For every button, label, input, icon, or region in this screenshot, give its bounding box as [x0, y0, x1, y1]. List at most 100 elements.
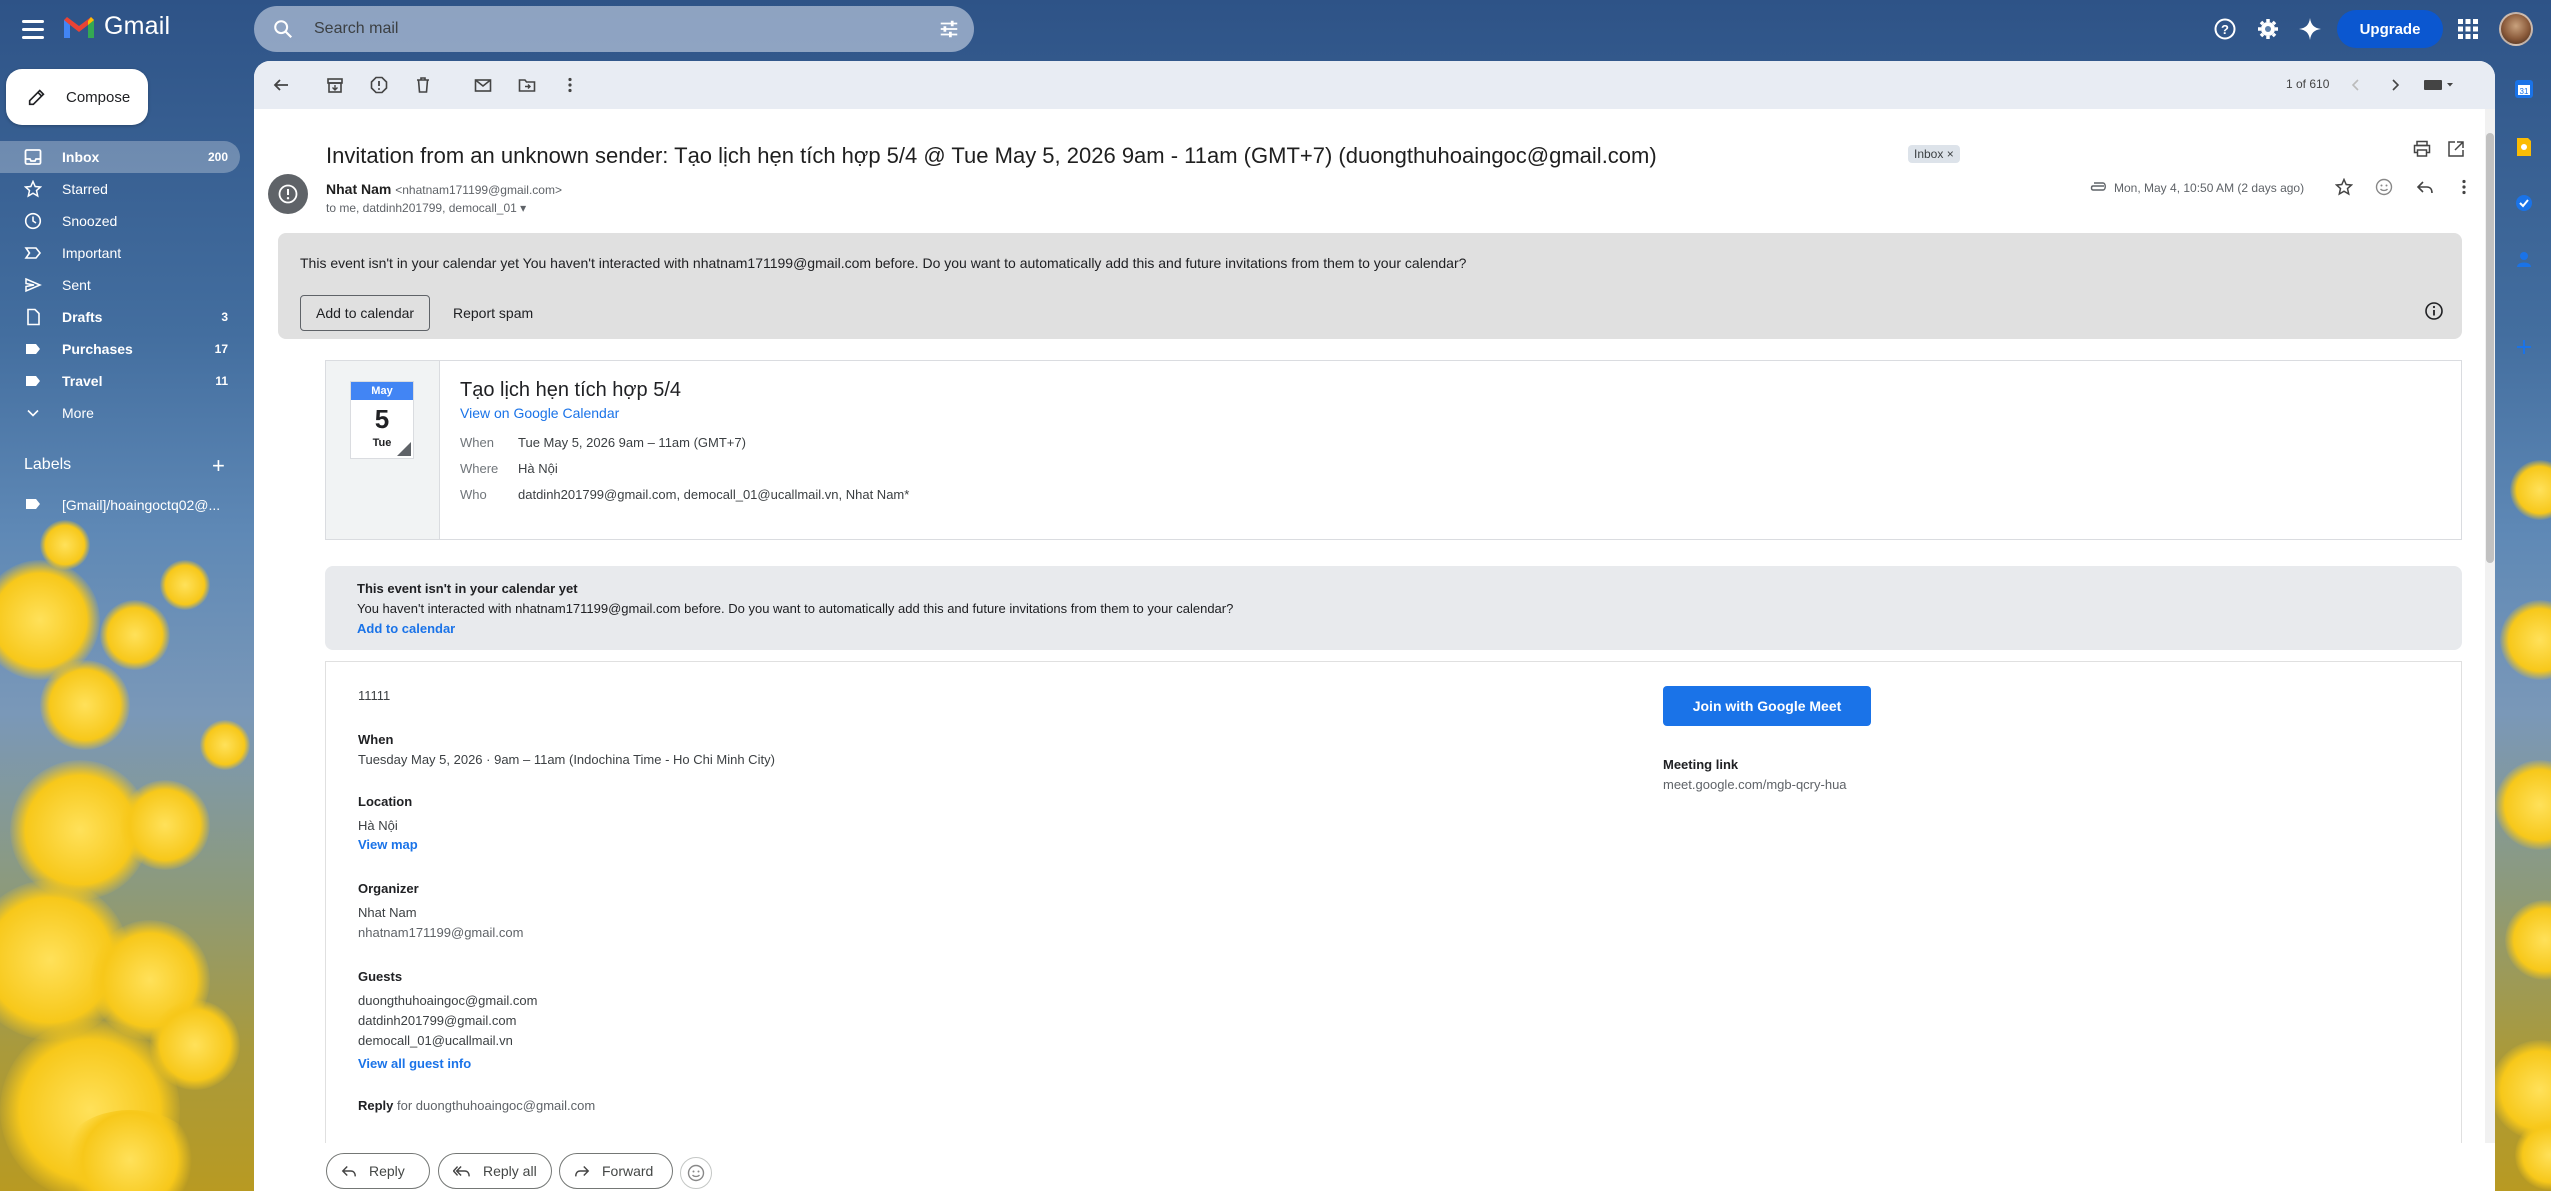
- gmail-logo[interactable]: Gmail: [62, 12, 170, 41]
- move-to-icon[interactable]: [516, 74, 538, 96]
- star-outline-icon[interactable]: [2332, 175, 2356, 199]
- pencil-icon: [28, 89, 45, 106]
- sidebar-item-sent[interactable]: Sent: [0, 269, 240, 301]
- reply-button[interactable]: Reply: [326, 1153, 430, 1189]
- info-icon[interactable]: [2422, 299, 2446, 323]
- sidebar-item-inbox[interactable]: Inbox 200: [0, 141, 240, 173]
- forward-icon: [575, 1166, 590, 1177]
- input-tools-icon[interactable]: [2422, 74, 2456, 96]
- svg-text:31: 31: [2520, 87, 2529, 96]
- labels-heading: Labels: [24, 456, 72, 473]
- settings-gear-icon[interactable]: [2255, 16, 2281, 42]
- search-bar[interactable]: [254, 6, 974, 52]
- reply-all-icon: [453, 1166, 470, 1177]
- banner-text: This event isn't in your calendar yet Yo…: [300, 255, 1466, 271]
- contacts-app-icon[interactable]: [2512, 247, 2536, 271]
- sender-avatar[interactable]: [268, 174, 308, 214]
- add-to-calendar-button[interactable]: Add to calendar: [300, 295, 431, 331]
- organizer-name: Nhat Nam: [358, 905, 417, 920]
- emoji-react-button[interactable]: [680, 1157, 712, 1189]
- inbox-label-chip[interactable]: Inbox ×: [1908, 145, 1960, 163]
- warning-icon: [278, 184, 298, 204]
- emoji-reaction-icon[interactable]: [2372, 175, 2396, 199]
- main-menu-button[interactable]: [18, 14, 48, 44]
- add-app-icon[interactable]: [2512, 335, 2536, 359]
- compose-button[interactable]: Compose: [6, 69, 148, 125]
- account-avatar[interactable]: [2499, 12, 2533, 46]
- mark-unread-icon[interactable]: [472, 74, 494, 96]
- gmail-m-icon: [64, 16, 94, 38]
- event-where-row: Where Hà Nội: [460, 461, 558, 476]
- event-who-label: Who: [460, 487, 487, 502]
- message-more-vert-icon[interactable]: [2452, 175, 2476, 199]
- label-tag-icon: [24, 495, 42, 516]
- sidebar-item-label: Purchases: [62, 341, 133, 357]
- event-date-column: May 5 Tue: [326, 361, 440, 539]
- search-icon[interactable]: [272, 18, 294, 40]
- label-name: [Gmail]/hoaingoctq02@...: [62, 497, 221, 513]
- sidebar-item-more[interactable]: More: [0, 397, 240, 429]
- join-google-meet-button[interactable]: Join with Google Meet: [1663, 686, 1871, 726]
- search-options-icon[interactable]: [938, 18, 960, 40]
- upgrade-button[interactable]: Upgrade: [2337, 10, 2443, 48]
- chevron-left-icon[interactable]: [2345, 74, 2367, 96]
- forward-button[interactable]: Forward: [559, 1153, 673, 1189]
- page-fold-icon: [397, 442, 411, 456]
- guest-item: democall_01@ucallmail.vn: [358, 1033, 513, 1048]
- sidebar-item-drafts[interactable]: Drafts 3: [0, 301, 240, 333]
- message-subject: Invitation from an unknown sender: Tạo l…: [326, 143, 1657, 168]
- tasks-app-icon[interactable]: [2512, 191, 2536, 215]
- sender-line: Nhat Nam <nhatnam171199@gmail.com>: [326, 181, 562, 197]
- reply-heading: Reply: [358, 1098, 394, 1113]
- back-arrow-icon[interactable]: [270, 74, 292, 96]
- sidebar-item-label-gmail[interactable]: [Gmail]/hoaingoctq02@...: [0, 489, 240, 521]
- message-scrollbar[interactable]: [2485, 109, 2495, 1191]
- guests-heading: Guests: [358, 969, 403, 984]
- search-input[interactable]: [314, 20, 914, 38]
- help-icon[interactable]: ?: [2212, 16, 2238, 42]
- sidebar-item-snoozed[interactable]: Snoozed: [0, 205, 240, 237]
- gemini-sparkle-icon[interactable]: [2297, 16, 2323, 42]
- open-in-new-window-icon[interactable]: [2444, 137, 2468, 161]
- reply-label: Reply: [369, 1163, 405, 1179]
- side-panel: 31: [2497, 61, 2551, 1191]
- reply-all-button[interactable]: Reply all: [438, 1153, 552, 1189]
- reply-icon[interactable]: [2413, 175, 2437, 199]
- recipients-dropdown[interactable]: to me, datdinh201799, democall_01 ▾: [326, 201, 526, 215]
- view-on-google-calendar-link[interactable]: View on Google Calendar: [460, 405, 619, 421]
- notice-add-to-calendar-link[interactable]: Add to calendar: [357, 621, 455, 636]
- apps-grid-icon[interactable]: [2455, 16, 2481, 42]
- sidebar-item-travel[interactable]: Travel 11: [0, 365, 240, 397]
- view-all-guest-info-link[interactable]: View all guest info: [358, 1056, 471, 1071]
- scrollbar-thumb[interactable]: [2486, 133, 2494, 563]
- sidebar-item-label: Drafts: [62, 309, 103, 325]
- add-label-button[interactable]: +: [212, 455, 225, 477]
- travel-count: 11: [215, 374, 228, 388]
- when-heading: When: [358, 732, 394, 747]
- sidebar-item-label: More: [62, 405, 94, 421]
- trash-icon[interactable]: [412, 74, 434, 96]
- attachment-icon: [2086, 175, 2110, 199]
- keep-app-icon[interactable]: [2512, 135, 2536, 159]
- notice-heading: This event isn't in your calendar yet: [357, 581, 578, 596]
- chevron-right-icon[interactable]: [2384, 74, 2406, 96]
- calendar-app-icon[interactable]: 31: [2512, 77, 2536, 101]
- report-spam-button[interactable]: Report spam: [438, 295, 548, 331]
- event-description: 11111: [358, 688, 391, 703]
- inbox-icon: [24, 148, 42, 166]
- sidebar-item-important[interactable]: Important: [0, 237, 240, 269]
- sidebar-item-purchases[interactable]: Purchases 17: [0, 333, 240, 365]
- guest-item: duongthuhoaingoc@gmail.com: [358, 993, 538, 1008]
- sidebar-item-starred[interactable]: Starred: [0, 173, 240, 205]
- print-icon[interactable]: [2410, 137, 2434, 161]
- sender-name[interactable]: Nhat Nam: [326, 181, 391, 197]
- archive-icon[interactable]: [324, 74, 346, 96]
- more-vert-icon[interactable]: [559, 74, 581, 96]
- send-icon: [24, 276, 42, 294]
- meeting-link[interactable]: meet.google.com/mgb-qcry-hua: [1663, 777, 1847, 792]
- event-summary-card: May 5 Tue Tạo lịch hẹn tích hợp 5/4 View…: [325, 360, 2462, 540]
- banner-heading: This event isn't in your calendar yet: [300, 255, 520, 271]
- view-map-link[interactable]: View map: [358, 837, 418, 852]
- report-spam-icon[interactable]: [368, 74, 390, 96]
- notice-message: You haven't interacted with nhatnam17119…: [357, 601, 1234, 616]
